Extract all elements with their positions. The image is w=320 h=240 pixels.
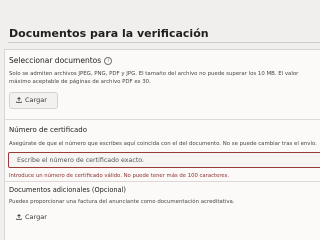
certificate-label: Número de certificado <box>9 126 88 134</box>
additional-documents-label: Documentos adicionales (Opcional) <box>9 186 126 194</box>
upload-documents-button[interactable]: Cargar <box>9 92 58 109</box>
additional-documents-help: Puedes proporcionar una factura del anun… <box>9 199 235 205</box>
certificate-number-input[interactable]: Escribe el número de certificado exacto. <box>8 152 320 168</box>
documents-help: Solo se admiten archivos JPEG, PNG, PDF … <box>9 71 299 85</box>
section-divider-2 <box>4 181 320 182</box>
upload-additional-label: Cargar <box>25 213 47 221</box>
title-divider <box>8 42 320 43</box>
documents-section-label: Seleccionar documentos i <box>9 56 113 65</box>
page-title: Documentos para la verificación <box>9 27 209 40</box>
certificate-error-message: Introduce un número de certificado válid… <box>9 173 230 179</box>
upload-additional-button[interactable]: Cargar <box>9 209 58 226</box>
upload-icon <box>16 214 22 220</box>
documents-label: Seleccionar documentos <box>9 56 102 65</box>
certificate-help: Asegúrate de que el número que escribes … <box>9 141 317 147</box>
info-icon[interactable]: i <box>104 57 113 65</box>
verification-page: Documentos para la verificación Seleccio… <box>0 0 320 240</box>
section-divider-1 <box>4 119 320 120</box>
upload-icon <box>16 97 22 103</box>
upload-documents-label: Cargar <box>25 96 47 104</box>
